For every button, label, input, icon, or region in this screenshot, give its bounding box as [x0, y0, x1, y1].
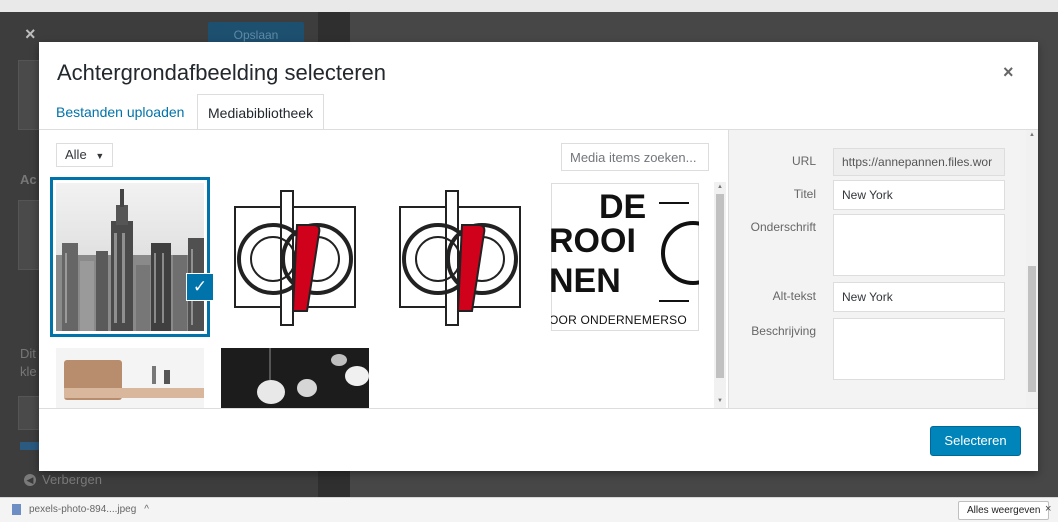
- customizer-close-icon: ×: [25, 24, 36, 44]
- attachments-scrollbar[interactable]: ▲ ▼: [714, 182, 726, 408]
- backdrop-section-title: Ac: [20, 172, 37, 187]
- chevron-up-icon[interactable]: ^: [144, 504, 149, 515]
- dp-logo-thumbnail: [221, 183, 369, 331]
- logo-tagline: OOR ONDERNEMERSO: [551, 313, 687, 327]
- lamps-thumbnail: [221, 348, 369, 408]
- select-button[interactable]: Selecteren: [930, 426, 1021, 456]
- scrollbar-thumb[interactable]: [716, 194, 724, 378]
- dp-logo-thumbnail: [386, 183, 534, 331]
- scrollbar-thumb[interactable]: [1028, 266, 1036, 392]
- attachment-logo-dp-1[interactable]: [221, 183, 369, 331]
- logo-text-rooi: ROOI: [551, 222, 636, 260]
- modal-toolbar: Selecteren: [39, 408, 1038, 471]
- details-scrollbar[interactable]: ▲: [1026, 130, 1038, 408]
- url-label: URL: [791, 154, 816, 168]
- attachment-new-york[interactable]: [56, 183, 204, 331]
- backdrop-desc-line-1: Dit: [20, 346, 36, 361]
- scroll-up-icon: ▲: [1029, 132, 1035, 138]
- attachment-de-rooi-pannen[interactable]: DE ROOI NEN OOR ONDERNEMERSO: [551, 183, 699, 331]
- attachment-interior-photo[interactable]: [56, 348, 204, 408]
- alt-text-label: Alt-tekst: [772, 289, 816, 303]
- tab-upload-files[interactable]: Bestanden uploaden: [56, 94, 184, 130]
- url-field[interactable]: https://annepannen.files.wor: [833, 148, 1005, 176]
- chevron-down-icon: ▼: [95, 151, 105, 161]
- description-label: Beschrijving: [751, 324, 816, 338]
- close-download-bar-icon[interactable]: ×: [1045, 503, 1051, 515]
- attachment-dark-lamps[interactable]: [221, 348, 369, 408]
- download-file-name: pexels-photo-894....jpeg: [29, 504, 137, 515]
- close-icon[interactable]: ×: [1003, 62, 1014, 83]
- backdrop-desc-line-2: kle: [20, 364, 37, 379]
- attachments-browser: Alle ▼ Media items zoeken... ✓ DE ROOI N…: [39, 130, 728, 408]
- attachment-logo-dp-2[interactable]: [386, 183, 534, 331]
- alt-text-field[interactable]: [833, 282, 1005, 312]
- attachment-details: URL https://annepannen.files.wor Titel O…: [728, 130, 1038, 408]
- media-filter-select[interactable]: Alle ▼: [56, 143, 114, 167]
- description-field[interactable]: [833, 318, 1005, 380]
- title-field[interactable]: [833, 180, 1005, 210]
- show-all-downloads-button[interactable]: Alles weergeven: [958, 501, 1050, 520]
- modal-title: Achtergrondafbeelding selecteren: [57, 60, 387, 85]
- checkmark-icon[interactable]: ✓: [187, 274, 213, 300]
- logo-text-de: DE: [599, 188, 647, 226]
- logo-ring-shape: [659, 202, 699, 302]
- title-label: Titel: [793, 187, 816, 201]
- scroll-down-icon: ▼: [717, 398, 723, 404]
- caption-field[interactable]: [833, 214, 1005, 276]
- logo-text-nen: NEN: [551, 262, 621, 300]
- filter-value: Alle: [65, 147, 87, 162]
- scroll-up-icon: ▲: [717, 184, 723, 190]
- download-bar: pexels-photo-894....jpeg ^ Alles weergev…: [0, 497, 1058, 522]
- media-modal: Achtergrondafbeelding selecteren × Besta…: [39, 42, 1038, 471]
- browser-top-strip: [0, 0, 1058, 12]
- new-york-thumbnail: [56, 183, 204, 331]
- modal-tabs: Bestanden uploaden Mediabibliotheek: [39, 94, 1038, 131]
- hide-controls: ◀ Verbergen: [24, 472, 102, 487]
- hide-label: Verbergen: [42, 472, 102, 487]
- download-item[interactable]: pexels-photo-894....jpeg ^: [12, 504, 149, 515]
- interior-thumbnail: [56, 348, 204, 408]
- caption-label: Onderschrift: [750, 220, 816, 234]
- tab-media-library[interactable]: Mediabibliotheek: [197, 94, 325, 131]
- media-search-input[interactable]: [561, 143, 709, 171]
- collapse-icon: ◀: [24, 473, 36, 486]
- file-icon: [12, 504, 21, 515]
